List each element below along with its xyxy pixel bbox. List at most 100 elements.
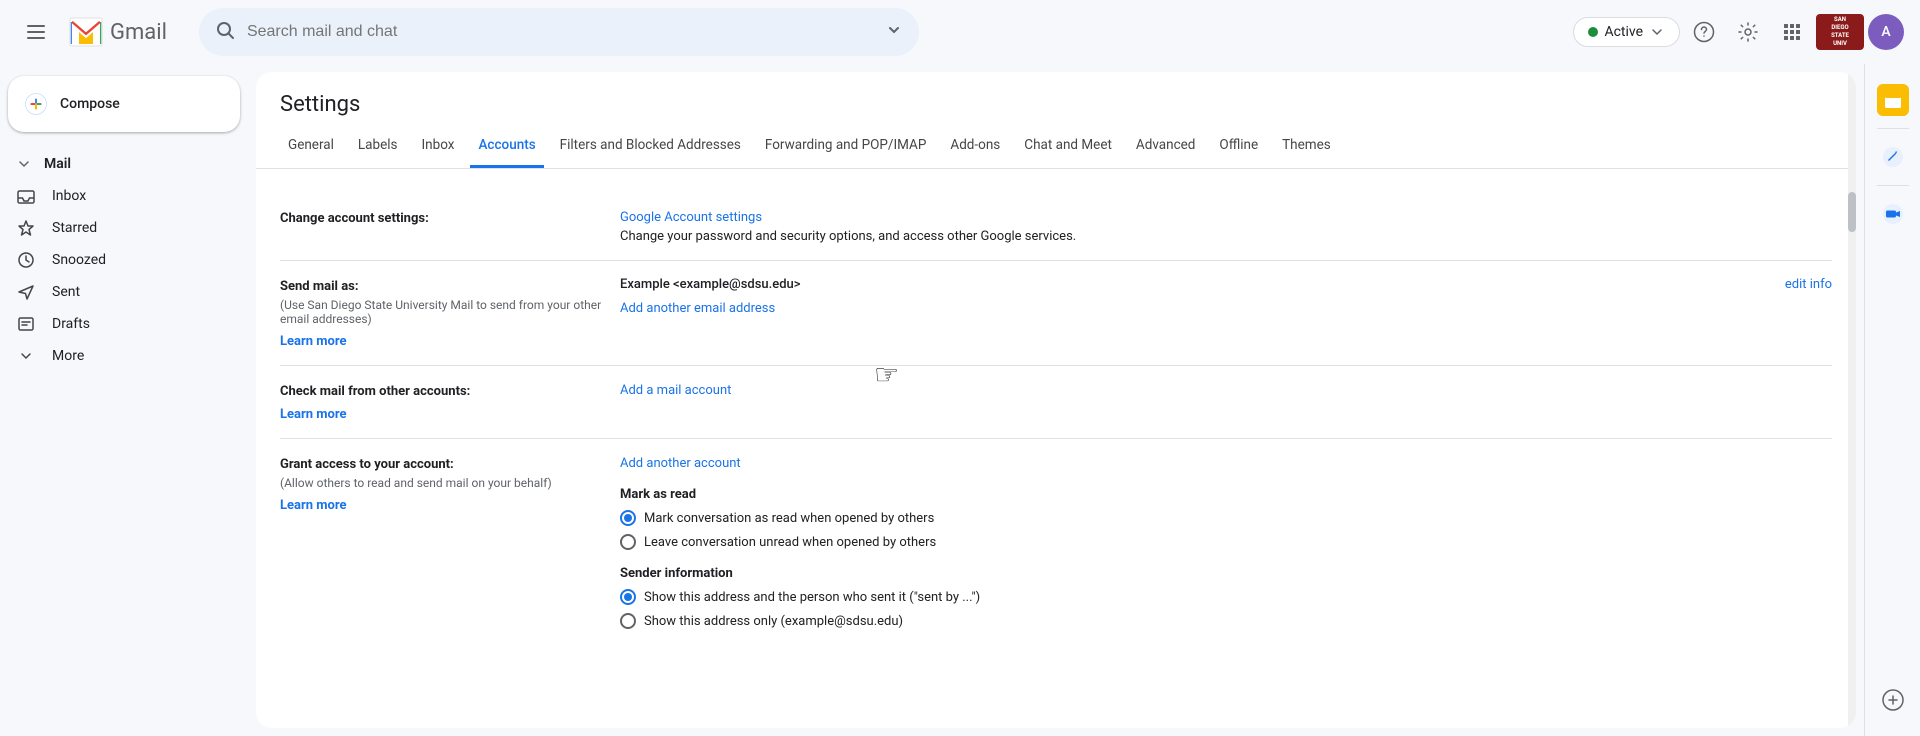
svg-text:31: 31 bbox=[1888, 100, 1896, 108]
radio-circle-selected2 bbox=[620, 589, 636, 605]
send-mail-as-label: Send mail as: (Use San Diego State Unive… bbox=[280, 277, 620, 349]
search-dropdown-icon[interactable] bbox=[885, 21, 903, 44]
gmail-logo-text: Gmail bbox=[110, 20, 167, 45]
compose-label: Compose bbox=[60, 96, 120, 112]
radio-inner-dot bbox=[624, 514, 632, 522]
gmail-logo[interactable]: Gmail bbox=[68, 14, 167, 50]
sender-info-group: Show this address and the person who sen… bbox=[620, 589, 1832, 629]
send-icon bbox=[16, 282, 36, 302]
grant-access-learn-more-link[interactable]: Learn more bbox=[280, 498, 347, 513]
nav-section-mail: Mail Inbox Starred bbox=[0, 148, 256, 372]
add-another-email-link[interactable]: Add another email address bbox=[620, 301, 775, 316]
sidebar-item-snoozed[interactable]: Snoozed bbox=[0, 244, 240, 276]
tab-advanced[interactable]: Advanced bbox=[1128, 125, 1204, 168]
topbar: Gmail Active bbox=[0, 0, 1920, 64]
sidebar-item-more-label: More bbox=[52, 348, 84, 364]
calendar-icon-button[interactable]: 31 bbox=[1873, 80, 1913, 120]
mark-as-read-group: Mark conversation as read when opened by… bbox=[620, 510, 1832, 550]
email-row: Example <example@sdsu.edu> edit info bbox=[620, 277, 1832, 292]
sidebar: Compose Mail Inbox bbox=[0, 64, 256, 736]
tab-forwarding[interactable]: Forwarding and POP/IMAP bbox=[757, 125, 934, 168]
university-logo-text: SANDIEGOSTATEUNIV bbox=[1829, 14, 1851, 49]
radio-show-address-only[interactable]: Show this address only (example@sdsu.edu… bbox=[620, 613, 1832, 629]
scrollbar-track[interactable] bbox=[1848, 72, 1856, 728]
mail-section-label[interactable]: Mail bbox=[0, 148, 240, 180]
search-bar bbox=[199, 8, 919, 56]
email-display: Example <example@sdsu.edu> bbox=[620, 277, 801, 292]
scrollbar-thumb[interactable] bbox=[1848, 192, 1856, 232]
send-mail-learn-more-link[interactable]: Learn more bbox=[280, 334, 347, 349]
tab-offline[interactable]: Offline bbox=[1211, 125, 1266, 168]
radio-sender-label-1: Show this address and the person who sen… bbox=[644, 590, 980, 605]
radio-circle-unselected bbox=[620, 534, 636, 550]
radio-inner-dot2 bbox=[624, 593, 632, 601]
sidebar-item-more[interactable]: More bbox=[0, 340, 240, 372]
help-icon-button[interactable] bbox=[1684, 12, 1724, 52]
dropdown-arrow-icon bbox=[1649, 24, 1665, 40]
radio-mark-read[interactable]: Mark conversation as read when opened by… bbox=[620, 510, 1832, 526]
sidebar-item-sent-label: Sent bbox=[52, 284, 80, 300]
right-sidebar-divider-1 bbox=[1877, 128, 1909, 129]
tab-inbox[interactable]: Inbox bbox=[414, 125, 463, 168]
radio-leave-unread-label: Leave conversation unread when opened by… bbox=[644, 535, 936, 550]
add-icon-button[interactable] bbox=[1873, 680, 1913, 720]
mark-as-read-heading: Mark as read bbox=[620, 487, 1832, 502]
tab-addons[interactable]: Add-ons bbox=[942, 125, 1008, 168]
tab-chat[interactable]: Chat and Meet bbox=[1016, 125, 1120, 168]
grant-access-label: Grant access to your account: (Allow oth… bbox=[280, 455, 620, 513]
tab-filters[interactable]: Filters and Blocked Addresses bbox=[552, 125, 749, 168]
search-input[interactable] bbox=[247, 23, 873, 41]
topbar-right: Active bbox=[1573, 12, 1904, 52]
settings-tabs: General Labels Inbox Accounts Filters an… bbox=[256, 125, 1856, 169]
university-logo[interactable]: SANDIEGOSTATEUNIV bbox=[1816, 14, 1864, 50]
check-mail-row: Check mail from other accounts: Learn mo… bbox=[280, 366, 1832, 439]
star-icon bbox=[16, 218, 36, 238]
radio-show-address-and-person[interactable]: Show this address and the person who sen… bbox=[620, 589, 1832, 605]
edit-icon-button[interactable] bbox=[1873, 137, 1913, 177]
active-dot bbox=[1588, 27, 1598, 37]
chevron-down-icon bbox=[16, 156, 32, 172]
chevron-down-more-icon bbox=[16, 346, 36, 366]
tab-general[interactable]: General bbox=[280, 125, 342, 168]
gear-icon bbox=[1737, 21, 1759, 43]
edit-info-link[interactable]: edit info bbox=[1785, 277, 1832, 292]
add-another-account-link[interactable]: Add another account bbox=[620, 456, 741, 471]
sidebar-item-sent[interactable]: Sent bbox=[0, 276, 240, 308]
check-mail-learn-more-link[interactable]: Learn more bbox=[280, 407, 347, 422]
settings-body: Change account settings: Google Account … bbox=[256, 169, 1856, 677]
tab-themes[interactable]: Themes bbox=[1274, 125, 1339, 168]
sidebar-item-inbox[interactable]: Inbox bbox=[0, 180, 240, 212]
change-account-row: Change account settings: Google Account … bbox=[280, 193, 1832, 261]
sidebar-item-inbox-label: Inbox bbox=[52, 188, 86, 204]
clock-icon bbox=[16, 250, 36, 270]
apps-icon-button[interactable] bbox=[1772, 12, 1812, 52]
inbox-icon bbox=[16, 186, 36, 206]
compose-plus-icon bbox=[24, 92, 48, 116]
right-sidebar-divider-2 bbox=[1877, 185, 1909, 186]
video-icon-button[interactable] bbox=[1873, 194, 1913, 234]
avatar[interactable]: A bbox=[1868, 14, 1904, 50]
main-body: Compose Mail Inbox bbox=[0, 64, 1920, 736]
check-mail-content: Add a mail account bbox=[620, 382, 1832, 398]
send-mail-as-row: Send mail as: (Use San Diego State Unive… bbox=[280, 261, 1832, 366]
tab-accounts[interactable]: Accounts bbox=[470, 125, 543, 168]
hamburger-icon[interactable] bbox=[16, 12, 56, 52]
compose-button[interactable]: Compose bbox=[8, 76, 240, 132]
radio-sender-label-2: Show this address only (example@sdsu.edu… bbox=[644, 614, 903, 629]
tab-labels[interactable]: Labels bbox=[350, 125, 406, 168]
active-status-button[interactable]: Active bbox=[1573, 17, 1680, 47]
edit-icon bbox=[1882, 146, 1904, 168]
right-sidebar: 31 bbox=[1864, 64, 1920, 736]
settings-icon-button[interactable] bbox=[1728, 12, 1768, 52]
help-icon bbox=[1693, 21, 1715, 43]
sidebar-item-drafts[interactable]: Drafts bbox=[0, 308, 240, 340]
grant-access-content: Add another account Mark as read Mark co… bbox=[620, 455, 1832, 637]
check-mail-label: Check mail from other accounts: Learn mo… bbox=[280, 382, 620, 422]
radio-leave-unread[interactable]: Leave conversation unread when opened by… bbox=[620, 534, 1832, 550]
add-mail-account-link[interactable]: Add a mail account bbox=[620, 383, 731, 398]
drafts-icon bbox=[16, 314, 36, 334]
radio-mark-read-label: Mark conversation as read when opened by… bbox=[644, 511, 934, 526]
sidebar-item-starred[interactable]: Starred bbox=[0, 212, 240, 244]
settings-container: Settings General Labels Inbox Accounts F… bbox=[256, 72, 1856, 677]
google-account-settings-link[interactable]: Google Account settings bbox=[620, 210, 762, 225]
